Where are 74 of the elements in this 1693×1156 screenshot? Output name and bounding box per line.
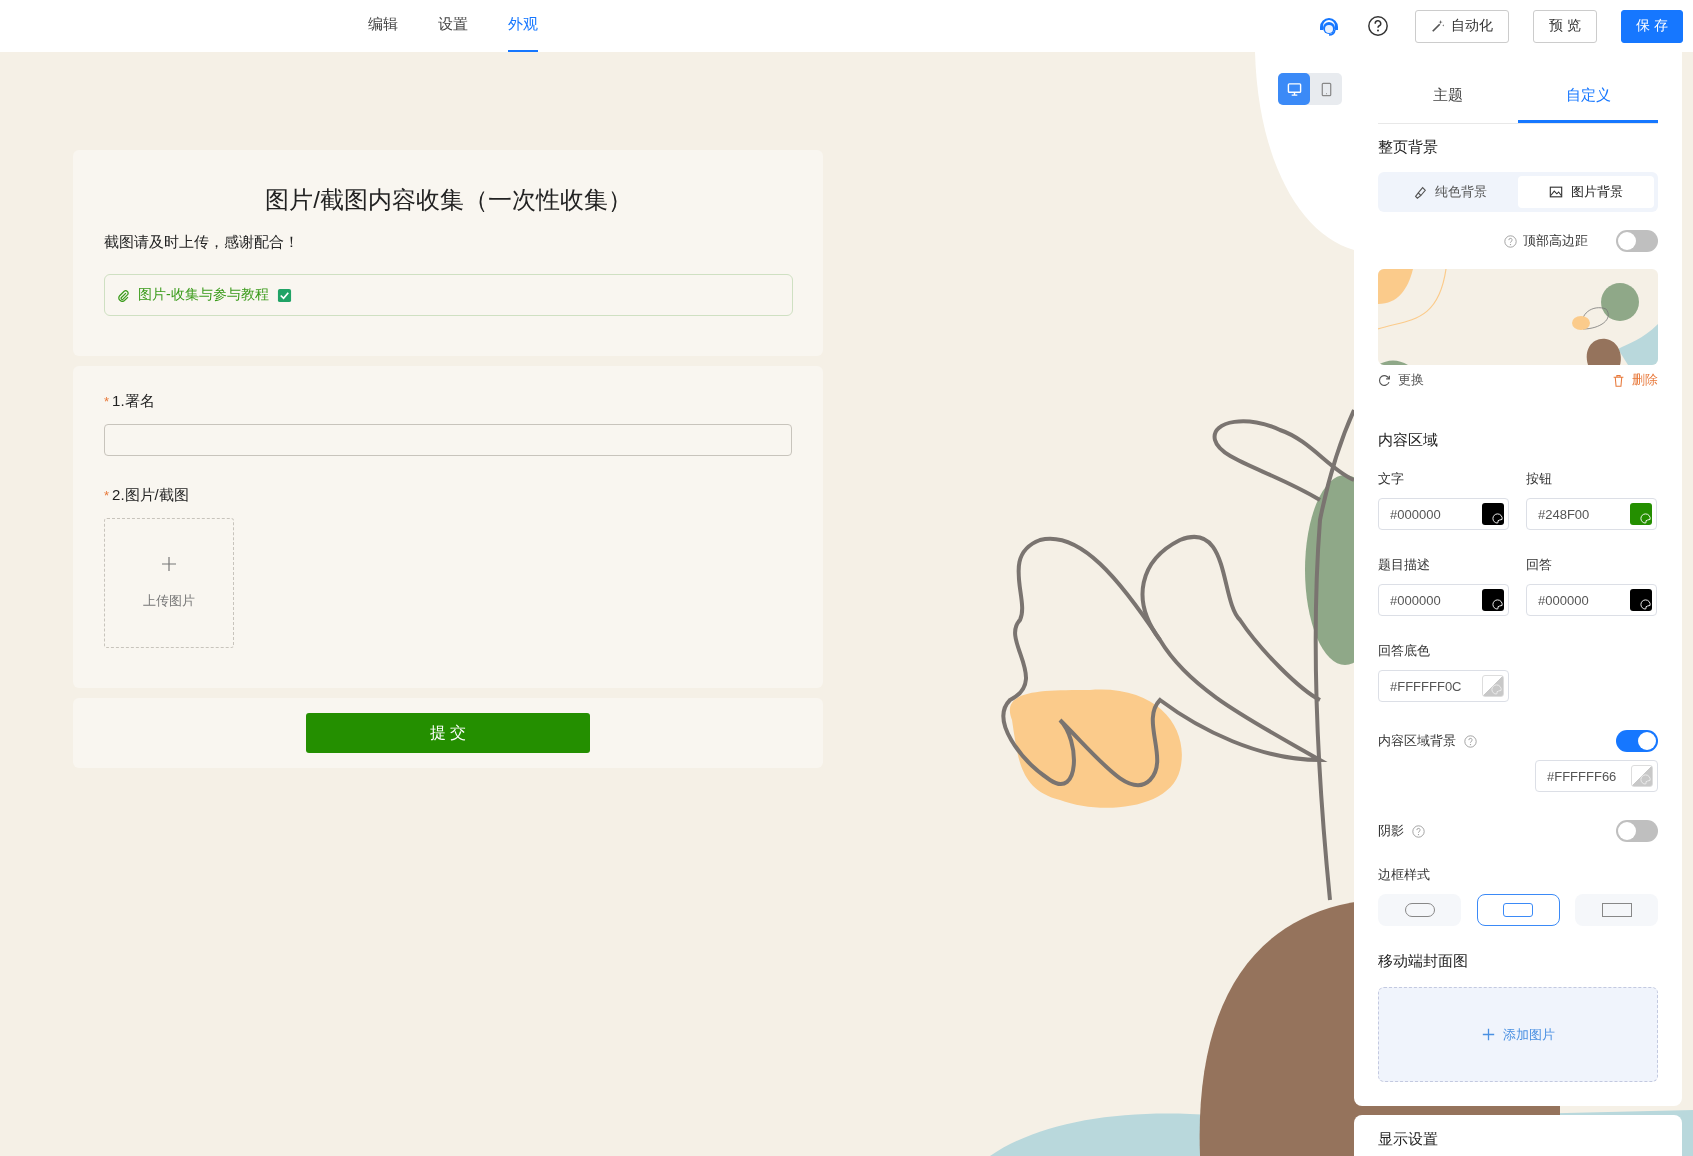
question-label: 1.署名 bbox=[112, 392, 155, 411]
nav-tab[interactable]: 设置 bbox=[438, 0, 468, 52]
border-shape-icon bbox=[1601, 903, 1632, 917]
palette-icon bbox=[1492, 599, 1503, 610]
border-style-option[interactable] bbox=[1476, 894, 1560, 926]
help-icon[interactable] bbox=[1367, 15, 1390, 37]
section-title: 整页背景 bbox=[1378, 138, 1439, 157]
section-title: 显示设置 bbox=[1378, 1130, 1658, 1156]
wand-icon bbox=[1431, 19, 1446, 33]
color-field[interactable]: #000000 bbox=[1378, 498, 1509, 530]
form-description: 截图请及时上传，感谢配合！ bbox=[104, 233, 300, 252]
plus-icon bbox=[161, 556, 177, 572]
color-field[interactable]: #FFFFFF0C bbox=[1378, 670, 1509, 702]
palette-icon bbox=[1640, 513, 1651, 524]
required-mark: * bbox=[104, 488, 110, 503]
palette-icon bbox=[1492, 513, 1503, 524]
border-style-option[interactable] bbox=[1575, 894, 1658, 926]
option-label: 题目描述 bbox=[1378, 556, 1431, 574]
option-label: 回答 bbox=[1526, 556, 1553, 574]
option-label: 阴影 bbox=[1378, 822, 1404, 840]
color-swatch[interactable] bbox=[1630, 589, 1652, 611]
color-swatch[interactable] bbox=[1482, 503, 1504, 525]
palette-icon bbox=[1640, 599, 1651, 610]
toggle-switch[interactable] bbox=[1616, 820, 1658, 842]
nav-tab[interactable]: 外观 bbox=[508, 0, 538, 52]
toolbar-button[interactable]: 自动化 bbox=[1415, 9, 1510, 43]
color-field[interactable]: #000000 bbox=[1378, 584, 1509, 616]
plus-icon bbox=[1481, 1028, 1495, 1041]
option-label: 按钮 bbox=[1526, 470, 1553, 488]
paperclip-icon bbox=[117, 288, 130, 302]
image-icon bbox=[1549, 185, 1563, 199]
device-button[interactable] bbox=[1278, 73, 1310, 105]
option-label: 回答底色 bbox=[1378, 642, 1431, 660]
toggle-switch[interactable] bbox=[1616, 730, 1658, 752]
required-mark: * bbox=[104, 394, 110, 409]
section-title: 移动端封面图 bbox=[1378, 952, 1469, 971]
border-style-option[interactable] bbox=[1378, 894, 1461, 926]
question-label: 2.图片/截图 bbox=[112, 486, 189, 505]
panel-tab[interactable]: 自定义 bbox=[1518, 70, 1658, 123]
panel-tab[interactable]: 主题 bbox=[1378, 70, 1518, 123]
option-label: 边框样式 bbox=[1378, 866, 1431, 884]
brush-icon bbox=[1413, 185, 1427, 199]
color-swatch[interactable] bbox=[1482, 589, 1504, 611]
answer-field[interactable] bbox=[104, 424, 792, 456]
palette-icon bbox=[1640, 774, 1651, 785]
toggle-switch[interactable] bbox=[1616, 230, 1658, 252]
toolbar-button[interactable]: 预 览 bbox=[1533, 9, 1598, 43]
color-field[interactable]: #248F00 bbox=[1526, 498, 1657, 530]
border-shape-icon bbox=[1503, 903, 1533, 917]
option-label: 顶部高边距 bbox=[1523, 232, 1588, 250]
checkbox-icon bbox=[276, 287, 292, 303]
option-label: 内容区域背景 bbox=[1378, 732, 1456, 750]
background-mode-option[interactable]: 图片背景 bbox=[1518, 176, 1654, 208]
help-icon bbox=[1412, 824, 1425, 838]
color-swatch[interactable] bbox=[1630, 503, 1652, 525]
background-mode-option[interactable]: 纯色背景 bbox=[1382, 176, 1518, 208]
color-swatch[interactable] bbox=[1631, 765, 1653, 787]
color-field[interactable]: #000000 bbox=[1526, 584, 1657, 616]
monitor-icon bbox=[1286, 81, 1302, 97]
replace-link[interactable]: 更换 bbox=[1378, 371, 1424, 389]
form-title: 图片/截图内容收集（一次性收集） bbox=[264, 185, 633, 215]
help-icon bbox=[1504, 234, 1517, 248]
trash-icon bbox=[1612, 373, 1625, 387]
palette-icon bbox=[1491, 684, 1502, 695]
submit-button[interactable]: 提 交 bbox=[306, 713, 590, 753]
color-field[interactable]: #FFFFFF66 bbox=[1535, 760, 1658, 792]
refresh-icon bbox=[1378, 373, 1391, 387]
section-title: 内容区域 bbox=[1378, 431, 1439, 450]
toolbar-button[interactable]: 保 存 bbox=[1621, 9, 1683, 43]
nav-tab[interactable]: 编辑 bbox=[368, 0, 398, 52]
option-label: 文字 bbox=[1378, 470, 1405, 488]
help-icon bbox=[1464, 734, 1477, 748]
color-swatch[interactable] bbox=[1482, 675, 1504, 697]
upload-box[interactable]: 上传图片 bbox=[104, 518, 234, 648]
